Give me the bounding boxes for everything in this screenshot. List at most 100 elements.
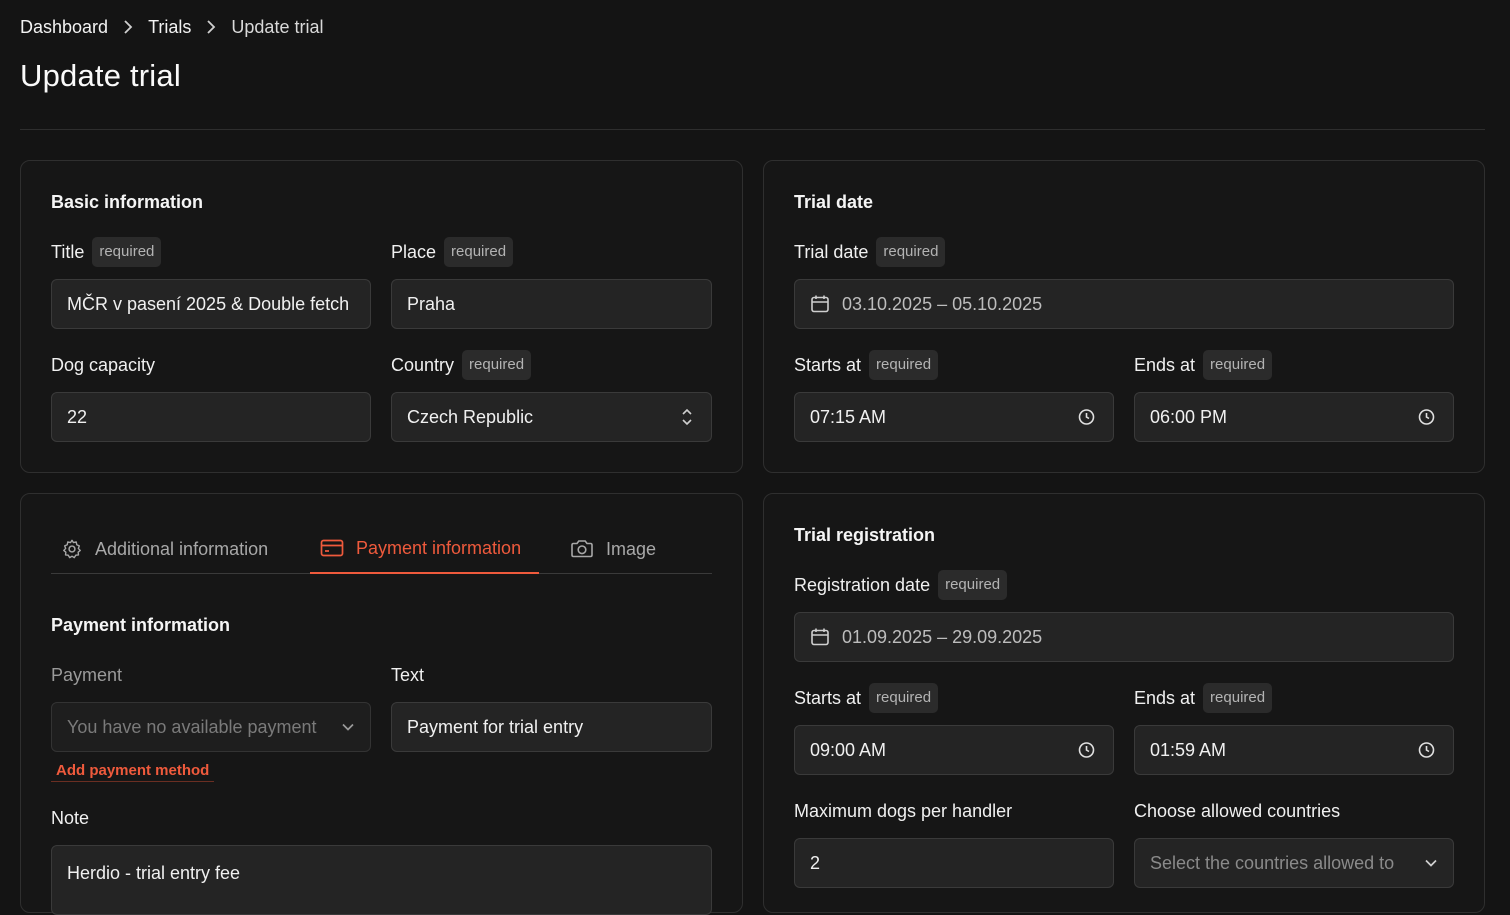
tab-image[interactable]: Image xyxy=(560,524,680,574)
allowed-countries-select[interactable]: Select the countries allowed to xyxy=(1134,838,1454,888)
required-badge: required xyxy=(444,237,514,267)
payment-text-input[interactable]: Payment for trial entry xyxy=(391,702,712,752)
trial-starts-time-input[interactable]: 07:15 AM xyxy=(794,392,1114,442)
clock-icon[interactable] xyxy=(1078,742,1095,759)
payment-information-title: Payment information xyxy=(51,615,231,635)
required-badge: required xyxy=(876,237,946,267)
breadcrumb-dashboard[interactable]: Dashboard xyxy=(20,17,108,38)
place-label-text: Place xyxy=(391,241,437,262)
registration-date-label-text: Registration date xyxy=(794,574,931,595)
registration-starts-time-input[interactable]: 09:00 AM xyxy=(794,725,1114,775)
tab-image-label: Image xyxy=(606,538,657,559)
payment-label-text: Payment xyxy=(51,664,123,685)
required-badge: required xyxy=(869,350,939,380)
max-dogs-value: 2 xyxy=(810,852,821,873)
credit-card-icon xyxy=(320,538,344,558)
registration-ends-value: 01:59 AM xyxy=(1150,739,1227,760)
chevron-right-icon xyxy=(122,20,134,34)
note-label: Note xyxy=(51,803,89,833)
registration-ends-time-input[interactable]: 01:59 AM xyxy=(1134,725,1454,775)
payment-select[interactable]: You have no available payment xyxy=(51,702,371,752)
header-divider xyxy=(20,129,1485,130)
clock-icon[interactable] xyxy=(1418,409,1435,426)
trial-starts-label-text: Starts at xyxy=(794,354,862,375)
trial-date-label-text: Trial date xyxy=(794,241,869,262)
trial-ends-label: Ends at required xyxy=(1134,350,1273,380)
title-label-text: Title xyxy=(51,241,85,262)
trial-starts-label: Starts at required xyxy=(794,350,939,380)
payment-text-value: Payment for trial entry xyxy=(407,716,584,737)
payment-select-placeholder: You have no available payment xyxy=(67,716,317,737)
trial-starts-value: 07:15 AM xyxy=(810,406,887,427)
breadcrumb-current: Update trial xyxy=(231,16,324,37)
place-input-value: Praha xyxy=(407,293,456,314)
required-badge: required xyxy=(1203,683,1273,713)
trial-date-range-value: 03.10.2025 – 05.10.2025 xyxy=(842,293,1043,314)
trial-date-title: Trial date xyxy=(794,192,874,212)
tab-additional-information-label: Additional information xyxy=(95,538,269,559)
chevron-down-icon xyxy=(1424,858,1438,868)
add-payment-method-link[interactable]: Add payment method xyxy=(51,762,215,782)
required-badge: required xyxy=(462,350,532,380)
place-label: Place required xyxy=(391,237,514,267)
clock-icon[interactable] xyxy=(1078,409,1095,426)
allowed-countries-label: Choose allowed countries xyxy=(1134,796,1340,826)
title-input[interactable]: MČR v pasení 2025 & Double fetch xyxy=(51,279,371,329)
place-input[interactable]: Praha xyxy=(391,279,712,329)
note-textarea[interactable]: Herdio - trial entry fee xyxy=(51,845,712,915)
max-dogs-label-text: Maximum dogs per handler xyxy=(794,800,1013,821)
registration-starts-label-text: Starts at xyxy=(794,687,862,708)
country-select-value: Czech Republic xyxy=(407,406,534,427)
breadcrumb-trials[interactable]: Trials xyxy=(148,17,191,38)
trial-ends-label-text: Ends at xyxy=(1134,354,1196,375)
chevron-right-icon xyxy=(205,20,217,34)
note-label-text: Note xyxy=(51,807,90,828)
country-label: Country required xyxy=(391,350,532,380)
registration-starts-label: Starts at required xyxy=(794,683,939,713)
basic-information-title: Basic information xyxy=(51,192,204,212)
calendar-icon xyxy=(810,627,830,647)
max-dogs-input[interactable]: 2 xyxy=(794,838,1114,888)
dog-capacity-input[interactable]: 22 xyxy=(51,392,371,442)
text-label: Text xyxy=(391,660,424,690)
payment-label: Payment xyxy=(51,660,122,690)
required-badge: required xyxy=(92,237,162,267)
registration-ends-label: Ends at required xyxy=(1134,683,1273,713)
camera-icon xyxy=(570,539,594,559)
updown-chevron-icon xyxy=(681,407,693,427)
title-label: Title required xyxy=(51,237,162,267)
trial-ends-value: 06:00 PM xyxy=(1150,406,1228,427)
chevron-down-icon xyxy=(341,722,355,732)
allowed-countries-label-text: Choose allowed countries xyxy=(1134,800,1341,821)
required-badge: required xyxy=(1203,350,1273,380)
gear-icon xyxy=(61,538,83,560)
registration-date-range-picker[interactable]: 01.09.2025 – 29.09.2025 xyxy=(794,612,1454,662)
tab-additional-information[interactable]: Additional information xyxy=(51,524,296,574)
breadcrumb: Dashboard Trials Update trial xyxy=(20,15,323,39)
trial-ends-time-input[interactable]: 06:00 PM xyxy=(1134,392,1454,442)
dog-capacity-label: Dog capacity xyxy=(51,350,155,380)
text-label-text: Text xyxy=(391,664,425,685)
page-title: Update trial xyxy=(20,58,181,93)
max-dogs-label: Maximum dogs per handler xyxy=(794,796,1012,826)
calendar-icon xyxy=(810,294,830,314)
trial-date-label: Trial date required xyxy=(794,237,946,267)
dog-capacity-label-text: Dog capacity xyxy=(51,354,156,375)
dog-capacity-value: 22 xyxy=(67,406,88,427)
allowed-countries-placeholder: Select the countries allowed to xyxy=(1150,852,1395,873)
registration-ends-label-text: Ends at xyxy=(1134,687,1196,708)
registration-date-label: Registration date required xyxy=(794,570,1008,600)
title-input-value: MČR v pasení 2025 & Double fetch xyxy=(67,293,350,314)
trial-registration-title: Trial registration xyxy=(794,525,936,545)
details-tabs: Additional information Payment informati… xyxy=(51,524,712,574)
clock-icon[interactable] xyxy=(1418,742,1435,759)
tab-payment-information-label: Payment information xyxy=(356,537,522,558)
required-badge: required xyxy=(869,683,939,713)
registration-date-range-value: 01.09.2025 – 29.09.2025 xyxy=(842,626,1043,647)
tab-payment-information[interactable]: Payment information xyxy=(310,524,539,574)
required-badge: required xyxy=(938,570,1008,600)
country-select[interactable]: Czech Republic xyxy=(391,392,712,442)
registration-starts-value: 09:00 AM xyxy=(810,739,887,760)
note-value: Herdio - trial entry fee xyxy=(67,863,241,883)
trial-date-range-picker[interactable]: 03.10.2025 – 05.10.2025 xyxy=(794,279,1454,329)
